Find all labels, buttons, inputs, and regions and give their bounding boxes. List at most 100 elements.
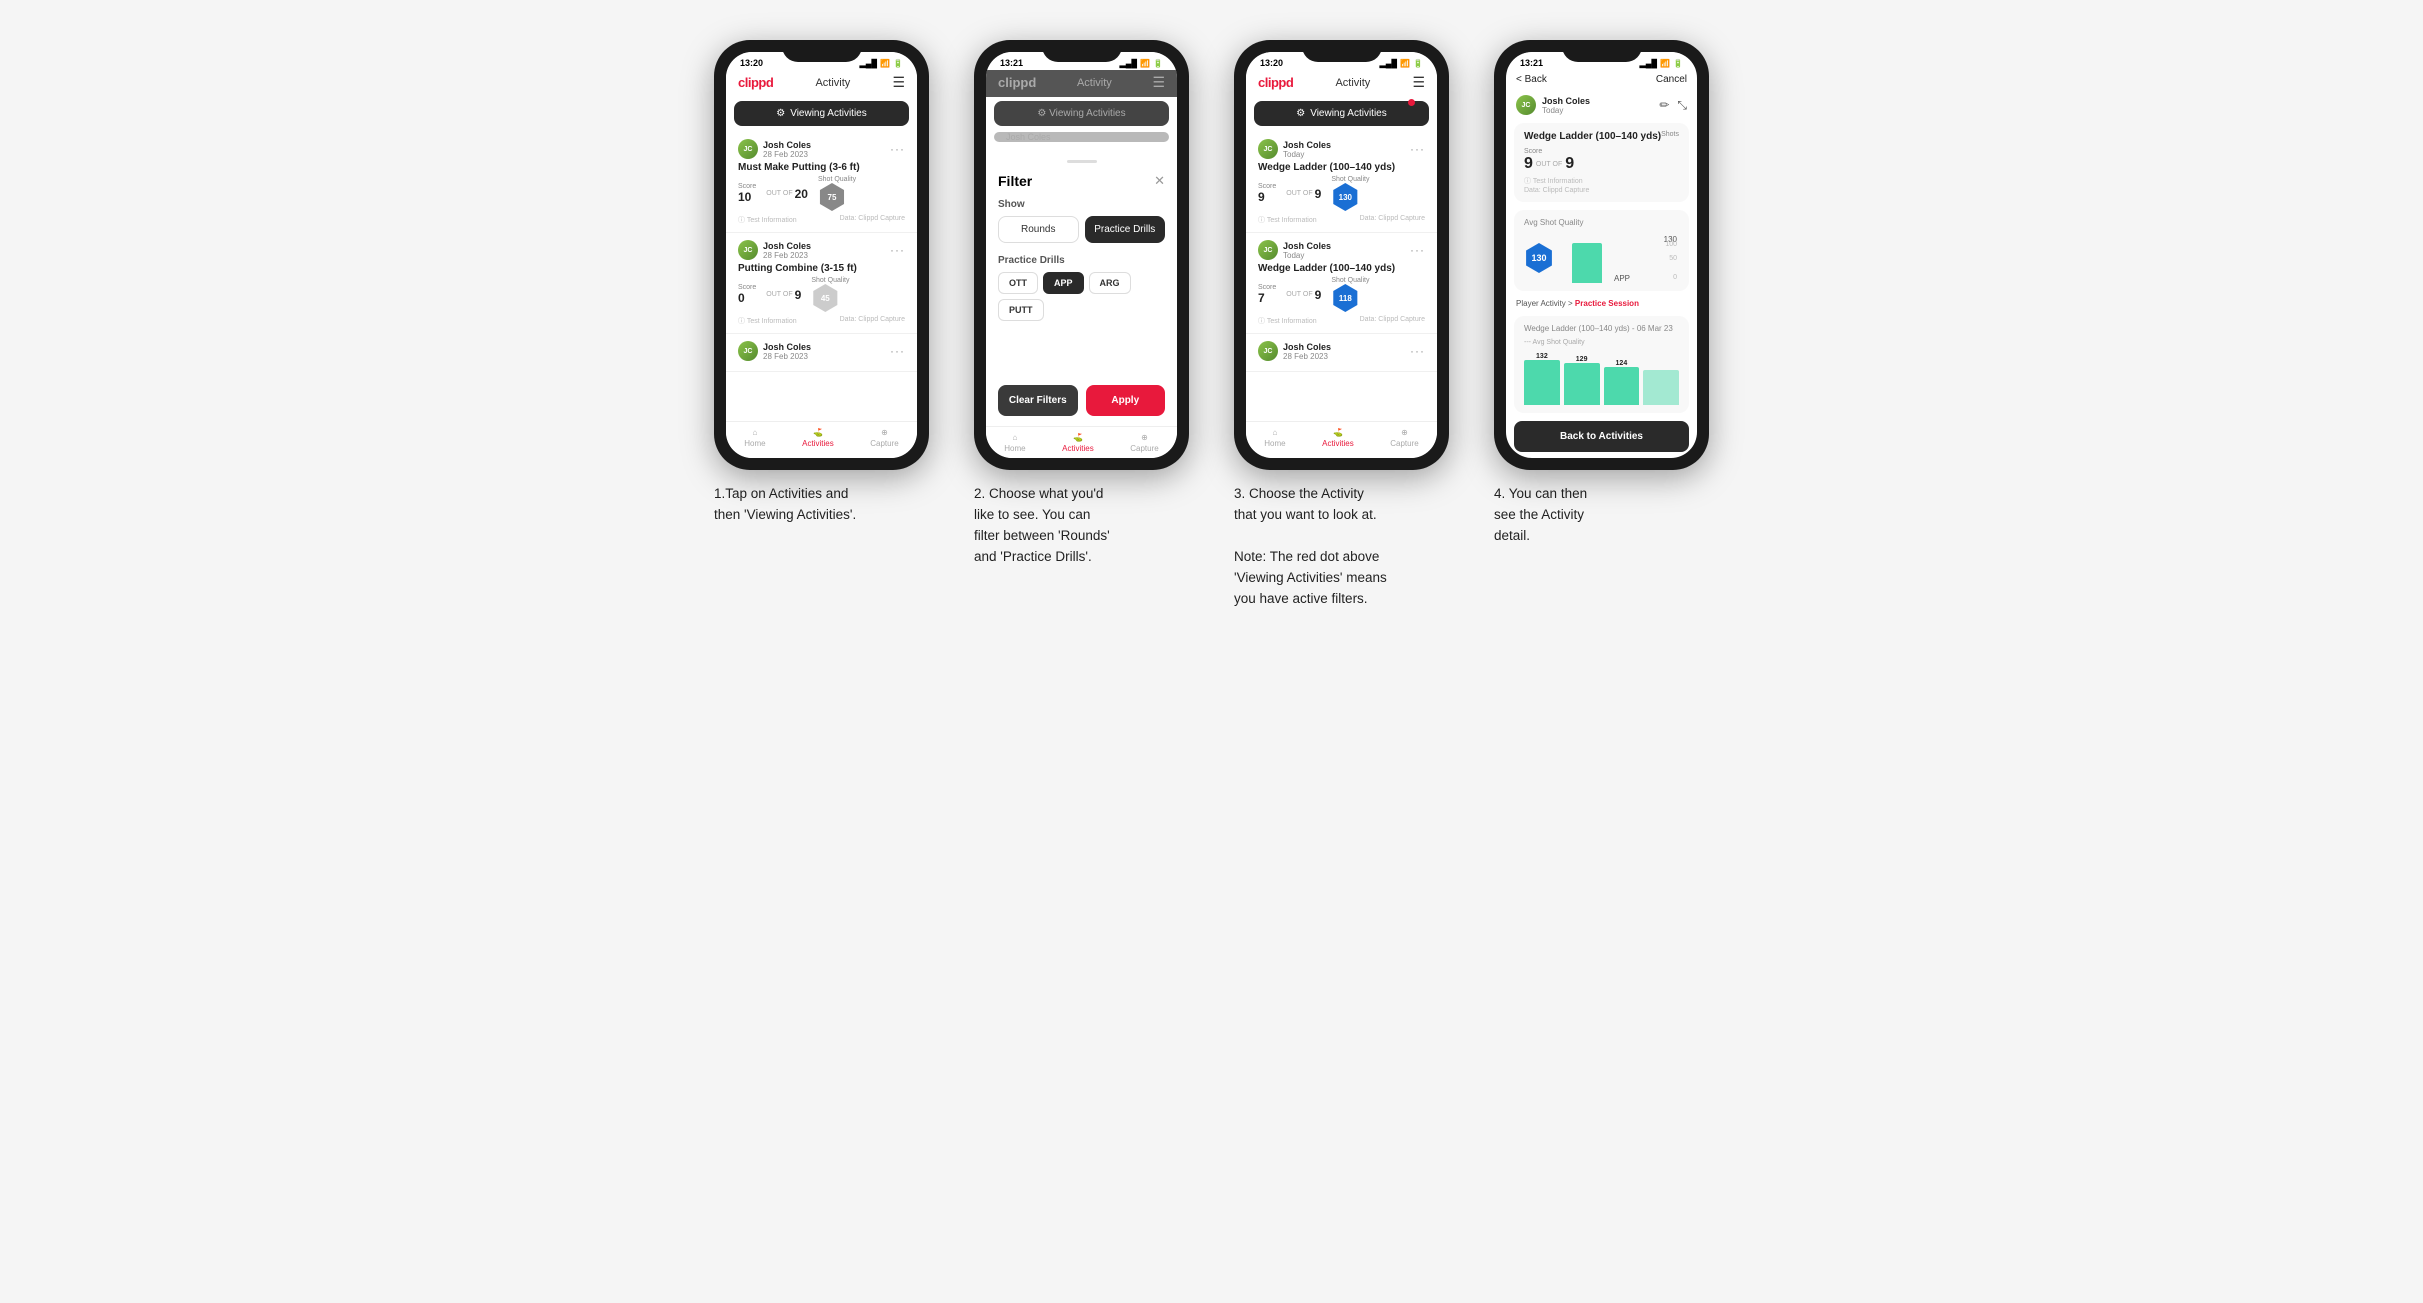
stats-row-3-2: Score 7 OUT OF 9 Shot Quality 118 [1258,277,1425,312]
activities-label-3: Activities [1322,439,1354,448]
edit-icon-4[interactable]: ✏ [1659,98,1669,113]
filter-handle-2 [1067,160,1097,163]
rounds-toggle-2[interactable]: Rounds [998,216,1079,243]
bottom-nav-3: ⌂ Home ⛳ Activities ⊕ Capture [1246,421,1437,458]
phone-2-screen: 13:21 ▂▄█ 📶 🔋 clippd Activity ☰ ⚙ Viewin… [986,52,1177,458]
phone-4-column: 13:21 ▂▄█ 📶 🔋 < Back Cancel JC Jos [1487,40,1717,547]
hamburger-icon-1[interactable]: ☰ [892,74,905,91]
sq-val-1-1: 75 [828,193,837,202]
score-value-1-1: 10 [738,190,756,204]
drill-tag-putt-2[interactable]: PUTT [998,299,1044,321]
detail-nav-4: < Back Cancel [1506,70,1697,91]
phone-1-screen: 13:20 ▂▄█ 📶 🔋 clippd Activity ☰ ⚙ Viewin… [726,52,917,458]
shots-outof-1-1: OUT OF 20 [766,187,808,201]
score-label-3-1: Score [1258,183,1276,190]
home-label-1: Home [744,439,765,448]
activities-icon-2: ⛳ [1073,433,1083,442]
cancel-button-4[interactable]: Cancel [1656,74,1687,85]
back-to-activities-button-4[interactable]: Back to Activities [1514,421,1689,452]
avatar-4: JC [1516,95,1536,115]
activity-card-1-3[interactable]: JC Josh Coles 28 Feb 2023 ··· [726,334,917,372]
sq-content-4: 130 130 100 50 0 APP [1524,233,1679,283]
drill-tag-arg-2[interactable]: ARG [1089,272,1131,294]
info-right-3-1: Data: Clippd Capture [1360,215,1425,225]
expand-icon-4[interactable]: ⤡ [1677,98,1687,113]
bottom-nav-home-1[interactable]: ⌂ Home [744,428,765,448]
user-date-3-3: 28 Feb 2023 [1283,352,1331,361]
capture-label-2: Capture [1130,444,1158,453]
bottom-nav-capture-1[interactable]: ⊕ Capture [870,428,898,448]
activity-card-3-1[interactable]: JC Josh Coles Today ··· Wedge Ladder (10… [1246,132,1437,233]
filter-title-2: Filter [998,173,1032,189]
sq-hex-4: 130 [1524,243,1554,273]
dots-menu-3-3[interactable]: ··· [1410,344,1425,358]
user-name-1-2: Josh Coles [763,241,811,251]
dimmed-user-2: Josh Coles [1006,132,1051,142]
viewing-activities-bar-3[interactable]: ⚙ Viewing Activities [1254,101,1429,126]
user-name-1-1: Josh Coles [763,140,811,150]
bottom-nav-capture-2[interactable]: ⊕ Capture [1130,433,1158,453]
activity-card-3-3[interactable]: JC Josh Coles 28 Feb 2023 ··· [1246,334,1437,372]
drills-section-label-2: Practice Drills [998,255,1165,266]
detail-card-header-4: Wedge Ladder (100–140 yds) Score 9 OUT O… [1524,131,1679,194]
dots-menu-3-2[interactable]: ··· [1410,243,1425,257]
y-0-4: 0 [1673,274,1677,281]
battery-icon-4: 🔋 [1673,59,1683,68]
hamburger-icon-3[interactable]: ☰ [1412,74,1425,91]
sq-chart-4: 130 100 50 0 APP [1562,233,1679,283]
wifi-icon-2: 📶 [1140,59,1150,68]
clear-filters-button-2[interactable]: Clear Filters [998,385,1078,416]
practice-drills-toggle-2[interactable]: Practice Drills [1085,216,1166,243]
phone-3-nav-bar: clippd Activity ☰ [1246,70,1437,97]
home-icon-1: ⌂ [753,428,758,437]
activity-list-1: JC Josh Coles 28 Feb 2023 ··· Must Make … [726,130,917,421]
sq-label-1-2: Shot Quality [811,277,849,284]
practice-chart-4: Wedge Ladder (100–140 yds) - 06 Mar 23 -… [1514,316,1689,413]
score-value-1-2: 0 [738,291,756,305]
drill-tag-ott-2[interactable]: OTT [998,272,1038,294]
drill-tag-app-2[interactable]: APP [1043,272,1084,294]
signal-icon-2: ▂▄█ [1120,59,1138,68]
phone-1-notch [782,40,862,62]
bottom-nav-activities-2[interactable]: ⛳ Activities [1062,433,1094,453]
info-left-3-1: ⓘ Test Information [1258,215,1317,225]
activities-label-2: Activities [1062,444,1094,453]
home-label-2: Home [1004,444,1025,453]
score-val-row-4: 9 OUT OF 9 [1524,155,1574,173]
close-button-2[interactable]: ✕ [1154,173,1165,189]
activity-card-3-2[interactable]: JC Josh Coles Today ··· Wedge Ladder (10… [1246,233,1437,334]
dots-menu-1-2[interactable]: ··· [890,243,905,257]
sq-label-1-1: Shot Quality [818,176,856,183]
activity-card-1-1[interactable]: JC Josh Coles 28 Feb 2023 ··· Must Make … [726,132,917,233]
sq-val-3-1: 130 [1339,193,1352,202]
signal-icon-1: ▂▄█ [860,59,878,68]
phone-2-notch [1042,40,1122,62]
bottom-nav-activities-3[interactable]: ⛳ Activities [1322,428,1354,448]
activities-icon-3: ⛳ [1333,428,1343,437]
status-icons-2: ▂▄█ 📶 🔋 [1120,59,1163,68]
activity-list-3: JC Josh Coles Today ··· Wedge Ladder (10… [1246,130,1437,421]
phone-1-column: 13:20 ▂▄█ 📶 🔋 clippd Activity ☰ ⚙ Viewin… [707,40,937,526]
card-header-3-3: JC Josh Coles 28 Feb 2023 ··· [1258,341,1425,361]
user-info-1-1: JC Josh Coles 28 Feb 2023 [738,139,811,159]
dots-menu-1-1[interactable]: ··· [890,142,905,156]
practice-session-label-4: Practice Session [1575,299,1639,308]
wifi-icon-1: 📶 [880,59,890,68]
bottom-nav-activities-1[interactable]: ⛳ Activities [802,428,834,448]
dimmed-user-row-2: Josh Coles [994,132,1169,142]
bottom-nav-home-2[interactable]: ⌂ Home [1004,433,1025,453]
user-name-3-3: Josh Coles [1283,342,1331,352]
dots-menu-3-1[interactable]: ··· [1410,142,1425,156]
viewing-activities-label-1: Viewing Activities [790,108,867,119]
user-details-3-3: Josh Coles 28 Feb 2023 [1283,342,1331,361]
bar-col-1-4: 132 [1524,353,1560,405]
back-button-4[interactable]: < Back [1516,74,1547,85]
score-val-4: 9 [1524,155,1533,173]
bottom-nav-capture-3[interactable]: ⊕ Capture [1390,428,1418,448]
bottom-nav-home-3[interactable]: ⌂ Home [1264,428,1285,448]
home-icon-3: ⌂ [1273,428,1278,437]
dots-menu-1-3[interactable]: ··· [890,344,905,358]
viewing-activities-bar-1[interactable]: ⚙ Viewing Activities [734,101,909,126]
apply-button-2[interactable]: Apply [1086,385,1166,416]
activity-card-1-2[interactable]: JC Josh Coles 28 Feb 2023 ··· Putting Co… [726,233,917,334]
